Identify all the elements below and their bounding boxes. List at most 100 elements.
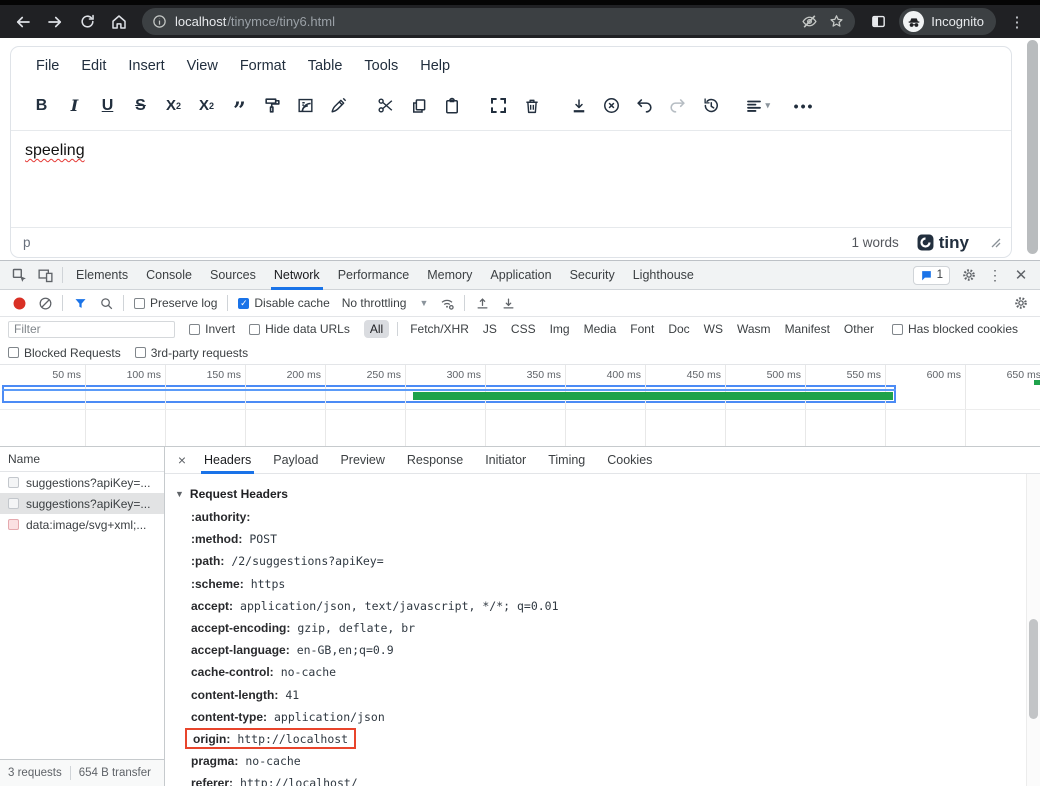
network-overview-timeline[interactable]: 50 ms100 ms150 ms200 ms250 ms300 ms350 m… — [0, 365, 1040, 410]
type-filter-css[interactable]: CSS — [505, 320, 542, 338]
filter-input[interactable] — [8, 321, 175, 338]
device-toolbar-icon[interactable] — [32, 263, 58, 287]
menu-file[interactable]: File — [27, 55, 68, 77]
cancel-icon[interactable] — [599, 91, 625, 121]
throttling-select[interactable]: No throttling ▼ — [342, 296, 429, 310]
subscript-icon[interactable]: X2 — [161, 91, 187, 121]
type-filter-wasm[interactable]: Wasm — [731, 320, 777, 338]
import-har-icon[interactable] — [469, 291, 495, 315]
invert-checkbox[interactable] — [189, 324, 200, 335]
menu-table[interactable]: Table — [299, 55, 352, 77]
select-all-icon[interactable] — [486, 91, 512, 121]
tab-security[interactable]: Security — [561, 261, 624, 290]
incognito-badge[interactable]: Incognito — [899, 8, 996, 35]
search-icon[interactable] — [93, 291, 119, 315]
disclosure-triangle-icon[interactable]: ▼ — [175, 489, 184, 499]
redo-icon[interactable] — [665, 91, 691, 121]
type-filter-media[interactable]: Media — [578, 320, 623, 338]
detail-scrollbar-thumb[interactable] — [1029, 619, 1038, 719]
devtools-menu-icon[interactable]: ⋮ — [982, 263, 1008, 287]
delete-icon[interactable] — [519, 91, 545, 121]
page-info-icon[interactable] — [152, 14, 167, 29]
menu-dots-icon[interactable]: ⋮ — [1002, 8, 1032, 36]
type-filter-js[interactable]: JS — [477, 320, 503, 338]
misspelled-word[interactable]: speeling — [25, 142, 85, 159]
type-filter-all[interactable]: All — [364, 320, 389, 338]
invert-toggle[interactable]: Invert — [189, 322, 235, 336]
record-icon[interactable] — [6, 291, 32, 315]
menu-format[interactable]: Format — [231, 55, 295, 77]
undo-icon[interactable] — [632, 91, 658, 121]
tiny-brand[interactable]: tiny — [917, 233, 969, 253]
devtools-close-icon[interactable]: ✕ — [1008, 263, 1034, 287]
has-blocked-cookies-toggle[interactable]: Has blocked cookies — [892, 322, 1018, 336]
more-icon[interactable]: ••• — [791, 91, 817, 121]
type-filter-fetch-xhr[interactable]: Fetch/XHR — [404, 320, 475, 338]
network-conditions-icon[interactable] — [434, 291, 460, 315]
detail-tab-response[interactable]: Response — [396, 447, 474, 474]
tab-performance[interactable]: Performance — [329, 261, 419, 290]
tab-memory[interactable]: Memory — [418, 261, 481, 290]
word-count[interactable]: 1 words — [851, 235, 898, 250]
type-filter-img[interactable]: Img — [544, 320, 576, 338]
eye-blocked-icon[interactable] — [801, 13, 818, 30]
tab-console[interactable]: Console — [137, 261, 201, 290]
network-settings-gear-icon[interactable] — [1008, 291, 1034, 315]
clear-icon[interactable] — [32, 291, 58, 315]
tab-sources[interactable]: Sources — [201, 261, 265, 290]
menu-view[interactable]: View — [178, 55, 227, 77]
type-filter-font[interactable]: Font — [624, 320, 660, 338]
third-party-checkbox[interactable] — [135, 347, 146, 358]
tab-network[interactable]: Network — [265, 261, 329, 290]
format-painter-icon[interactable] — [260, 91, 286, 121]
disable-cache-checkbox[interactable] — [238, 298, 249, 309]
disable-cache-toggle[interactable]: Disable cache — [238, 296, 329, 310]
type-filter-other[interactable]: Other — [838, 320, 880, 338]
menu-help[interactable]: Help — [411, 55, 459, 77]
detail-scrollbar[interactable] — [1026, 474, 1040, 786]
tab-lighthouse[interactable]: Lighthouse — [624, 261, 703, 290]
paste-icon[interactable] — [439, 91, 465, 121]
close-detail-icon[interactable]: × — [171, 452, 193, 468]
request-row[interactable]: suggestions?apiKey=... — [0, 493, 164, 514]
back-icon[interactable] — [8, 8, 38, 36]
page-scrollbar[interactable] — [1027, 40, 1038, 256]
third-party-toggle[interactable]: 3rd-party requests — [135, 346, 248, 360]
tab-application[interactable]: Application — [481, 261, 560, 290]
tab-elements[interactable]: Elements — [67, 261, 137, 290]
request-headers-section[interactable]: ▼ Request Headers — [175, 482, 1016, 506]
home-icon[interactable] — [104, 8, 134, 36]
underline-icon[interactable]: U — [95, 91, 121, 121]
detail-tab-cookies[interactable]: Cookies — [596, 447, 663, 474]
menu-insert[interactable]: Insert — [119, 55, 173, 77]
hide-data-urls-toggle[interactable]: Hide data URLs — [249, 322, 350, 336]
detail-tab-payload[interactable]: Payload — [262, 447, 329, 474]
detail-tab-initiator[interactable]: Initiator — [474, 447, 537, 474]
editor-content[interactable]: speeling — [11, 131, 1011, 227]
request-row[interactable]: data:image/svg+xml;... — [0, 514, 164, 535]
italic-icon[interactable]: I — [62, 91, 88, 121]
reload-icon[interactable] — [72, 8, 102, 36]
blockquote-icon[interactable]: ” — [227, 91, 253, 121]
restore-draft-icon[interactable] — [698, 91, 724, 121]
bookmark-star-icon[interactable] — [828, 13, 845, 30]
preserve-log-checkbox[interactable] — [134, 298, 145, 309]
preserve-log-toggle[interactable]: Preserve log — [134, 296, 217, 310]
address-bar[interactable]: localhost /tinymce/tiny6.html — [142, 8, 855, 35]
detail-tab-timing[interactable]: Timing — [537, 447, 596, 474]
forward-icon[interactable] — [40, 8, 70, 36]
page-embed-icon[interactable] — [293, 91, 319, 121]
bold-icon[interactable]: B — [29, 91, 55, 121]
menu-tools[interactable]: Tools — [355, 55, 407, 77]
element-path[interactable]: p — [23, 235, 31, 250]
filter-funnel-icon[interactable] — [67, 291, 93, 315]
cut-icon[interactable] — [373, 91, 399, 121]
blocked-requests-toggle[interactable]: Blocked Requests — [8, 346, 121, 360]
type-filter-manifest[interactable]: Manifest — [779, 320, 836, 338]
hide-data-urls-checkbox[interactable] — [249, 324, 260, 335]
type-filter-ws[interactable]: WS — [698, 320, 729, 338]
page-scrollbar-thumb[interactable] — [1027, 40, 1038, 254]
superscript-icon[interactable]: X2 — [194, 91, 220, 121]
blocked-requests-checkbox[interactable] — [8, 347, 19, 358]
resize-handle-icon[interactable] — [991, 238, 1001, 248]
